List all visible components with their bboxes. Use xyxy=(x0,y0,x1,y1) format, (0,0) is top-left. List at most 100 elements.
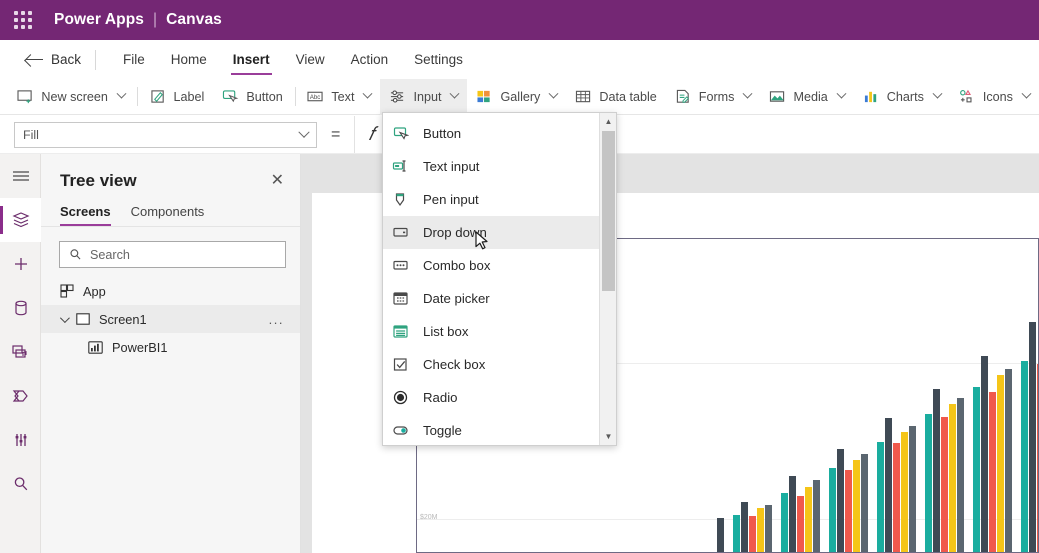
chart-bar xyxy=(861,454,868,552)
app-name: Power Apps xyxy=(54,11,144,28)
theme-icon-button[interactable] xyxy=(0,374,41,418)
chart-bar xyxy=(893,443,900,552)
property-selector[interactable]: Fill xyxy=(14,121,317,148)
chart-bar xyxy=(845,469,852,552)
tree-node-screen1[interactable]: Screen1 ... xyxy=(41,305,300,333)
menu-item-settings[interactable]: Settings xyxy=(401,40,476,79)
tree-node-label: App xyxy=(83,283,106,299)
menu-item-insert[interactable]: Insert xyxy=(220,40,283,79)
chart-bar xyxy=(1021,360,1028,552)
chevron-down-icon xyxy=(116,88,127,99)
chart-bar xyxy=(765,505,772,552)
tab-screens[interactable]: Screens xyxy=(60,204,111,226)
ribbon-input[interactable]: Input xyxy=(380,78,468,115)
chevron-down-icon xyxy=(932,88,943,99)
flyout-item-text-input[interactable]: Text input xyxy=(383,150,601,183)
chart-bar xyxy=(941,416,948,552)
search-icon-button[interactable] xyxy=(0,462,41,506)
chart-bar xyxy=(877,441,884,552)
flyout-scrollbar[interactable]: ▲ ▼ xyxy=(599,113,616,445)
menu-item-action[interactable]: Action xyxy=(338,40,402,79)
chevron-down-icon xyxy=(298,126,310,138)
scroll-up-arrow-icon[interactable]: ▲ xyxy=(600,113,617,130)
ribbon-forms[interactable]: Forms xyxy=(666,79,761,115)
chevron-down-icon xyxy=(1021,88,1032,99)
screen-icon xyxy=(76,313,90,325)
chart-bar xyxy=(1029,321,1036,552)
ribbon-charts[interactable]: Charts xyxy=(854,79,950,115)
ribbon-gallery[interactable]: Gallery xyxy=(467,79,566,115)
drop-down-icon xyxy=(393,227,408,237)
chart-bar xyxy=(949,404,956,552)
flyout-item-radio[interactable]: Radio xyxy=(383,381,601,414)
flyout-item-label: Text input xyxy=(423,159,480,174)
tree-node-app[interactable]: App xyxy=(41,277,300,305)
tree-view-icon-button[interactable] xyxy=(0,198,41,242)
chart-bar xyxy=(885,418,892,552)
chart-bar xyxy=(957,398,964,552)
tree-node-powerbi1[interactable]: PowerBI1 xyxy=(41,333,300,361)
chart-bar xyxy=(749,516,756,552)
ribbon-media[interactable]: Media xyxy=(760,79,853,115)
chevron-down-icon xyxy=(548,88,559,99)
menu-bar: Back File Home Insert View Action Settin… xyxy=(0,40,1039,79)
chart-bar xyxy=(805,486,812,552)
mouse-pointer-icon xyxy=(475,231,488,250)
flyout-item-list-box[interactable]: List box xyxy=(383,315,601,348)
flyout-item-button[interactable]: Button xyxy=(383,117,601,150)
flyout-item-toggle[interactable]: Toggle xyxy=(383,414,601,447)
chart-bar xyxy=(717,517,724,552)
advanced-icon-button[interactable] xyxy=(0,418,41,462)
flyout-item-pen-input[interactable]: Pen input xyxy=(383,183,601,216)
chart-bar xyxy=(741,502,748,552)
ribbon-data-table[interactable]: Data table xyxy=(566,79,665,115)
ribbon-text[interactable]: Abc Text xyxy=(298,79,380,115)
chevron-down-icon[interactable] xyxy=(59,312,70,323)
flyout-item-drop-down[interactable]: Drop down xyxy=(383,216,601,249)
svg-text:Abc: Abc xyxy=(310,95,320,101)
title-separator: | xyxy=(153,11,158,28)
back-button[interactable]: Back xyxy=(26,52,81,67)
page-title: Power Apps | Canvas xyxy=(54,11,222,29)
scroll-down-arrow-icon[interactable]: ▼ xyxy=(600,428,617,445)
chart-bar-group xyxy=(1021,321,1038,552)
ribbon-label-control[interactable]: Label xyxy=(141,79,214,115)
flyout-item-label: Pen input xyxy=(423,192,479,207)
flyout-item-label: Toggle xyxy=(423,423,462,438)
menu-item-view[interactable]: View xyxy=(283,40,338,79)
tree-view-title: Tree view xyxy=(60,171,137,190)
chart-bar xyxy=(933,388,940,552)
label-icon xyxy=(150,90,164,103)
insert-icon-button[interactable] xyxy=(0,242,41,286)
document-name: Canvas xyxy=(166,11,222,28)
ribbon-button-control[interactable]: Button xyxy=(213,79,291,115)
media-library-icon xyxy=(12,345,27,358)
scrollbar-thumb[interactable] xyxy=(602,131,615,291)
ribbon-label: Forms xyxy=(698,89,735,104)
chart-bar-group xyxy=(877,418,916,552)
ribbon-label: Charts xyxy=(886,89,924,104)
tab-components[interactable]: Components xyxy=(131,204,205,226)
gallery-icon xyxy=(477,90,491,103)
flyout-item-date-picker[interactable]: Date picker xyxy=(383,282,601,315)
menu-item-file[interactable]: File xyxy=(110,40,158,79)
search-input[interactable]: Search xyxy=(59,241,286,268)
chevron-down-icon xyxy=(743,88,753,99)
database-icon xyxy=(14,300,27,316)
ribbon-icons[interactable]: Icons xyxy=(950,79,1039,115)
app-launcher-icon[interactable] xyxy=(14,11,32,29)
menu-icon-button[interactable] xyxy=(0,154,41,198)
tree-node-overflow-button[interactable]: ... xyxy=(269,312,284,327)
input-controls-list: Button Text input Pen input Drop down Combo … xyxy=(383,113,601,445)
tree-node-label: PowerBI1 xyxy=(112,339,168,355)
left-rail xyxy=(0,154,41,553)
menu-item-home[interactable]: Home xyxy=(158,40,220,79)
flyout-item-check-box[interactable]: Check box xyxy=(383,348,601,381)
ribbon-new-screen[interactable]: New screen xyxy=(8,79,134,115)
data-icon-button[interactable] xyxy=(0,286,41,330)
chart-bar xyxy=(973,387,980,552)
button-icon xyxy=(393,127,409,140)
close-icon[interactable]: ✕ xyxy=(271,173,284,189)
media-icon-button[interactable] xyxy=(0,330,41,374)
flyout-item-combo-box[interactable]: Combo box xyxy=(383,249,601,282)
